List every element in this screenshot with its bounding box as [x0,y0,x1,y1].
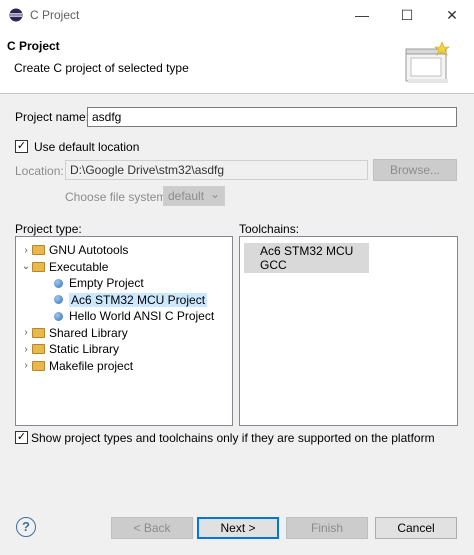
tree-item-hello-world-ansi-c[interactable]: Hello World ANSI C Project [20,308,230,325]
help-icon[interactable]: ? [16,517,36,537]
project-template-icon [54,295,63,305]
expand-arrow-icon[interactable]: › [20,360,32,371]
platform-filter-label: Show project types and toolchains only i… [31,431,435,445]
chevron-down-icon: ⌄ [209,187,220,201]
expand-arrow-icon[interactable]: › [20,344,32,355]
use-default-location-label: Use default location [34,140,140,154]
tree-item-gnu-autotools[interactable]: › GNU Autotools [20,242,230,259]
header-separator [0,93,474,94]
tree-item-empty-project[interactable]: Empty Project [20,275,230,292]
tree-item-label: Makefile project [49,358,134,373]
browse-button[interactable]: Browse... [373,159,457,181]
back-button[interactable]: < Back [111,517,193,539]
expand-arrow-icon[interactable]: › [20,327,32,338]
wizard-description: Create C project of selected type [14,61,189,75]
minimize-button[interactable]: — [352,5,372,25]
tree-item-makefile-project[interactable]: › Makefile project [20,358,230,375]
tree-item-shared-library[interactable]: › Shared Library [20,325,230,342]
folder-open-icon [32,261,45,272]
project-template-icon [54,278,63,288]
tree-item-ac6-stm32-mcu-project[interactable]: Ac6 STM32 MCU Project [20,292,230,309]
location-input[interactable]: D:\Google Drive\stm32\asdfg [65,160,368,180]
file-system-label: Choose file system: [65,190,170,204]
location-label: Location: [15,164,64,178]
tree-item-label: GNU Autotools [49,243,129,258]
expand-arrow-icon[interactable]: › [20,245,32,256]
folder-icon [32,344,45,355]
tree-item-label: Empty Project [69,276,144,291]
tree-item-label: Shared Library [49,325,128,340]
project-name-input[interactable]: asdfg [87,107,457,127]
tree-item-label: Executable [49,259,109,274]
use-default-location-checkbox[interactable]: ✓ [15,140,28,153]
project-name-label: Project name: [15,110,90,124]
platform-filter-checkbox[interactable]: ✓ [15,431,28,444]
file-system-value: default [168,189,205,203]
project-template-icon [54,311,63,321]
toolchain-item-ac6-stm32-mcu-gcc[interactable]: Ac6 STM32 MCU GCC [244,243,369,273]
project-type-label: Project type: [15,222,82,236]
file-system-select[interactable]: default ⌄ [163,186,225,206]
window-title: C Project [30,8,80,22]
tree-item-executable[interactable]: ⌄ Executable [20,259,230,276]
tree-item-label-selected: Ac6 STM32 MCU Project [69,292,208,307]
folder-icon [32,360,45,371]
tree-item-static-library[interactable]: › Static Library [20,341,230,358]
finish-button[interactable]: Finish [286,517,368,539]
new-project-wizard-icon [405,41,450,83]
collapse-arrow-icon[interactable]: ⌄ [20,261,32,272]
folder-icon [32,245,45,256]
toolchains-list[interactable]: Ac6 STM32 MCU GCC [239,236,458,426]
toolchains-label: Toolchains: [239,222,300,236]
cancel-button[interactable]: Cancel [375,517,457,539]
tree-item-label: Static Library [49,342,120,357]
wizard-title: C Project [7,39,60,53]
eclipse-app-icon [9,8,23,22]
maximize-button[interactable]: ☐ [397,5,417,25]
folder-icon [32,327,45,338]
project-type-tree[interactable]: › GNU Autotools ⌄ Executable Empty Proje… [15,236,233,426]
next-button[interactable]: Next > [197,517,279,539]
close-button[interactable]: ✕ [442,5,462,25]
tree-item-label: Hello World ANSI C Project [69,309,215,324]
